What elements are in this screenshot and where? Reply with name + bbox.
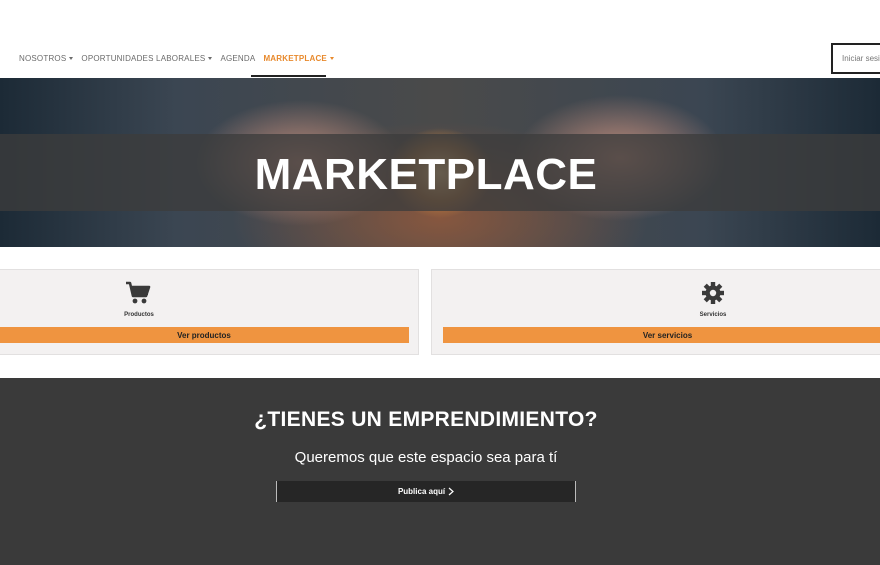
top-navbar: NOSOTROS OPORTUNIDADES LABORALES AGENDA …: [0, 0, 880, 78]
page-title: MARKETPLACE: [254, 150, 598, 199]
active-nav-underline: [251, 75, 326, 77]
login-button[interactable]: Iniciar sesión: [831, 43, 880, 74]
cta-subheading: Queremos que este espacio sea para tí: [294, 449, 558, 466]
login-label: Iniciar sesión: [842, 54, 880, 63]
entrepreneurship-cta-section: ¿TIENES UN EMPRENDIMIENTO? Queremos que …: [0, 378, 880, 565]
view-services-button[interactable]: Ver servicios: [443, 327, 880, 343]
shopping-cart-icon: [126, 281, 151, 304]
nav-item-nosotros[interactable]: NOSOTROS: [19, 52, 74, 64]
publish-here-button[interactable]: Publica aquí: [276, 481, 576, 502]
nav-item-label: NOSOTROS: [19, 53, 67, 63]
nav-item-label: AGENDA: [220, 53, 256, 63]
nav-item-agenda[interactable]: AGENDA: [220, 52, 255, 64]
caret-down-icon: [329, 56, 334, 60]
services-card: Servicios Ver servicios: [431, 269, 880, 355]
chevron-right-icon: [448, 487, 454, 496]
caret-down-icon: [69, 56, 74, 60]
gear-icon: [702, 282, 724, 304]
services-label: Servicios: [699, 312, 727, 318]
main-nav: NOSOTROS OPORTUNIDADES LABORALES AGENDA …: [19, 52, 342, 64]
nav-item-label: MARKETPLACE: [263, 53, 327, 63]
view-products-button[interactable]: Ver productos: [0, 327, 409, 343]
nav-item-label: OPORTUNIDADES LABORALES: [81, 53, 206, 63]
cta-heading: ¿TIENES UN EMPRENDIMIENTO?: [254, 408, 598, 431]
products-label: Productos: [124, 312, 154, 318]
hero-banner: MARKETPLACE: [0, 78, 880, 247]
caret-down-icon: [208, 56, 213, 60]
nav-item-marketplace[interactable]: MARKETPLACE: [263, 52, 334, 64]
nav-item-oportunidades-laborales[interactable]: OPORTUNIDADES LABORALES: [81, 52, 213, 64]
products-card: Productos Ver productos: [0, 269, 419, 355]
publish-button-label: Publica aquí: [397, 487, 446, 496]
